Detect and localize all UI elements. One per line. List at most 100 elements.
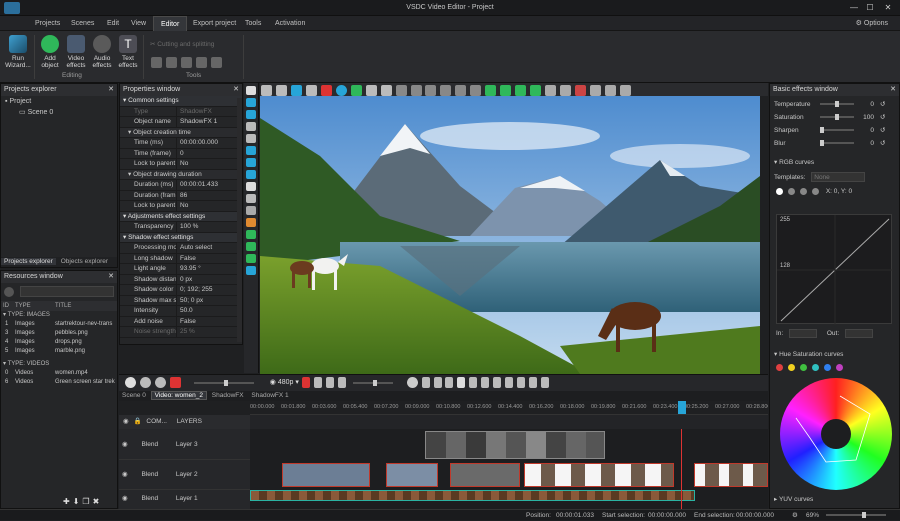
more-tools-icon[interactable] bbox=[210, 57, 222, 68]
play-icon[interactable] bbox=[313, 377, 322, 388]
resource-row[interactable]: 1 Images startrektour-nev-trans bbox=[1, 320, 117, 329]
property-row[interactable]: Add noise False bbox=[120, 316, 242, 327]
tab-shadowfx-1[interactable]: ShadowFX 1 bbox=[248, 392, 291, 399]
property-row[interactable]: Type ShadowFX bbox=[120, 106, 242, 117]
skip-start-icon[interactable] bbox=[421, 377, 430, 388]
tree-item-project[interactable]: ▪ Project bbox=[5, 98, 113, 108]
yuv-curves-section[interactable]: ▸ YUV curves bbox=[774, 495, 813, 503]
grid-icon[interactable] bbox=[395, 85, 407, 96]
arrow-down-icon[interactable] bbox=[500, 85, 512, 96]
search-input[interactable] bbox=[19, 286, 114, 297]
property-row[interactable]: Object name ShadowFX 1 bbox=[120, 117, 242, 128]
align-center-icon[interactable] bbox=[425, 85, 437, 96]
tab-scenes[interactable]: Scenes bbox=[64, 16, 101, 31]
close-icon[interactable]: ✕ bbox=[890, 84, 899, 96]
group-videos[interactable]: ▾ TYPE: VIDEOS bbox=[1, 360, 117, 369]
download-icon[interactable]: ⬇ bbox=[73, 497, 83, 506]
guides-icon[interactable] bbox=[589, 85, 601, 96]
ungroup-icon[interactable] bbox=[560, 85, 572, 96]
property-row[interactable]: Shadow distance0 px bbox=[120, 274, 242, 285]
hue-swatch-icon[interactable] bbox=[812, 364, 819, 371]
add-layer-icon[interactable] bbox=[125, 377, 136, 388]
paste-icon[interactable] bbox=[290, 85, 302, 96]
hue-swatch-icon[interactable] bbox=[776, 364, 783, 371]
align-left-icon[interactable] bbox=[410, 85, 422, 96]
tree-item-scene[interactable]: ▭ Scene 0 bbox=[5, 108, 113, 118]
minimize-button[interactable]: — bbox=[846, 3, 862, 13]
tab-scene[interactable]: Scene 0 bbox=[119, 392, 149, 399]
subtitle-icon[interactable] bbox=[246, 194, 256, 203]
properties-scrollbar[interactable] bbox=[237, 98, 242, 342]
image-icon[interactable] bbox=[246, 230, 256, 239]
reset-icon[interactable]: ↺ bbox=[874, 140, 885, 147]
visibility-icon[interactable]: ◉ bbox=[119, 495, 128, 502]
property-row[interactable]: Light angle 93.95 ° bbox=[120, 264, 242, 275]
resource-row[interactable]: 6 Videos Green screen star trek bbox=[1, 378, 117, 387]
reset-icon[interactable]: ↺ bbox=[874, 127, 885, 134]
add-object-button[interactable]: Add object bbox=[38, 35, 62, 69]
arrow-bottom-icon[interactable] bbox=[530, 85, 542, 96]
animation-icon[interactable] bbox=[246, 254, 256, 263]
arrow-up-icon[interactable] bbox=[485, 85, 497, 96]
line-icon[interactable] bbox=[246, 134, 256, 143]
tab-export-project[interactable]: Export project bbox=[186, 16, 243, 31]
tab-projects[interactable]: Projects bbox=[28, 16, 67, 31]
param-slider[interactable] bbox=[820, 114, 854, 121]
blend-mode[interactable]: Blend bbox=[129, 471, 158, 478]
property-row[interactable]: Lock to parent No bbox=[120, 159, 242, 170]
refresh-icon[interactable] bbox=[619, 85, 631, 96]
param-slider[interactable] bbox=[820, 140, 854, 147]
hue-saturation-section[interactable]: ▾ Hue Saturation curves bbox=[774, 350, 843, 358]
clip-layer2-a[interactable] bbox=[282, 463, 370, 487]
delete-icon[interactable]: ✖ bbox=[93, 497, 103, 506]
visibility-icon[interactable]: ◉ bbox=[119, 441, 128, 448]
ellipse-icon[interactable] bbox=[246, 158, 256, 167]
crop-icon[interactable] bbox=[165, 57, 177, 68]
property-row[interactable]: Long shadow False bbox=[120, 253, 242, 264]
clip-layer1[interactable] bbox=[250, 490, 695, 501]
step-forward-icon[interactable] bbox=[481, 377, 490, 388]
property-row[interactable]: Shadow color 0; 192; 255 bbox=[120, 285, 242, 296]
tab-editor[interactable]: Editor bbox=[153, 16, 188, 31]
text-tool-icon[interactable] bbox=[246, 182, 256, 191]
hue-swatch-icon[interactable] bbox=[800, 364, 807, 371]
col-type[interactable]: TYPE bbox=[15, 301, 55, 311]
video-preview[interactable] bbox=[260, 96, 760, 374]
rewind-icon[interactable] bbox=[433, 377, 442, 388]
pointer-icon[interactable] bbox=[246, 86, 256, 95]
volume-slider[interactable] bbox=[352, 379, 393, 386]
property-section[interactable]: ▾ Shadow effect settings bbox=[120, 232, 242, 243]
property-subsection[interactable]: ▾ Object drawing duration bbox=[120, 169, 242, 180]
clock-icon[interactable] bbox=[406, 377, 418, 388]
eye-icon[interactable]: ◉ bbox=[119, 418, 129, 425]
zoom-in-icon[interactable] bbox=[154, 377, 166, 388]
select-all-icon[interactable] bbox=[380, 85, 392, 96]
copy-icon[interactable] bbox=[275, 85, 287, 96]
timeline-zoom-slider[interactable] bbox=[193, 379, 254, 386]
copy-icon[interactable]: ❐ bbox=[82, 497, 92, 506]
fullscreen-icon[interactable] bbox=[337, 377, 346, 388]
undo-icon[interactable] bbox=[350, 85, 362, 96]
property-row[interactable]: Processing modeAuto select bbox=[120, 243, 242, 254]
zoom-icon[interactable]: ⚙ bbox=[792, 510, 798, 521]
timeline-ruler[interactable]: 00:00.000 00:01.800 00:03.600 00:05.400 00:0… bbox=[250, 401, 768, 415]
tab-objects-explorer[interactable]: Objects explorer bbox=[58, 258, 111, 265]
hue-swatch-icon[interactable] bbox=[788, 364, 795, 371]
close-button[interactable]: ✕ bbox=[880, 3, 896, 13]
skip-end-icon[interactable] bbox=[505, 377, 514, 388]
property-row[interactable]: Time (frame) 0 bbox=[120, 148, 242, 159]
channel-all-icon[interactable] bbox=[776, 188, 783, 195]
pen-icon[interactable] bbox=[151, 57, 162, 68]
search-icon[interactable] bbox=[4, 286, 14, 297]
audio-effects-button[interactable]: Audio effects bbox=[90, 35, 114, 69]
snapshot-icon[interactable] bbox=[541, 377, 550, 388]
hue-swatch-icon[interactable] bbox=[824, 364, 831, 371]
zoom-slider[interactable] bbox=[826, 512, 886, 518]
reset-icon[interactable]: ↺ bbox=[874, 101, 885, 108]
channel-red-icon[interactable] bbox=[788, 188, 795, 195]
pause-icon[interactable] bbox=[469, 377, 478, 388]
split-icon[interactable] bbox=[529, 377, 538, 388]
templates-select[interactable]: None bbox=[811, 172, 866, 182]
step-back-icon[interactable] bbox=[445, 377, 454, 388]
audio-icon[interactable] bbox=[246, 242, 256, 251]
